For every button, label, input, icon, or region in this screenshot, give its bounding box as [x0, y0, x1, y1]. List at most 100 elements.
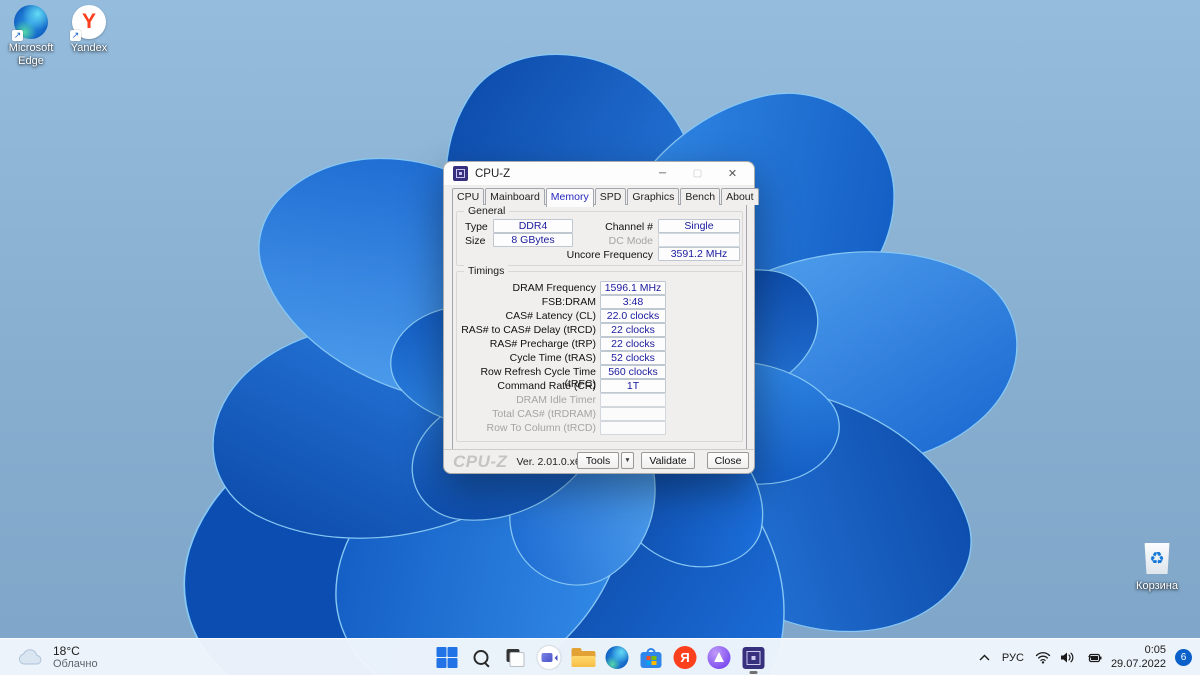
volume-icon[interactable] — [1060, 651, 1075, 664]
task-view-icon — [505, 648, 525, 668]
tray-date: 29.07.2022 — [1110, 657, 1166, 670]
uncore-frequency-label: Uncore Frequency — [566, 249, 653, 261]
tab-memory[interactable]: Memory — [545, 188, 594, 207]
alice-button[interactable] — [707, 641, 732, 675]
timing-row: DRAM Frequency 1596.1 MHz — [457, 281, 742, 295]
yandex-browser-button[interactable]: Я — [673, 641, 698, 675]
timing-row: Command Rate (CR) 1T — [457, 379, 742, 393]
tab-graphics[interactable]: Graphics — [627, 188, 680, 205]
timing-row: Cycle Time (tRAS) 52 clocks — [457, 351, 742, 365]
tab-spd[interactable]: SPD — [594, 188, 627, 205]
dc-mode-value — [658, 233, 740, 247]
file-explorer-button[interactable] — [571, 641, 596, 675]
recycle-bin-icon: ♻ — [1144, 543, 1170, 574]
trp-value: 22 clocks — [600, 337, 666, 351]
notification-badge[interactable]: 6 — [1175, 649, 1192, 666]
taskbar: 18°C Облачно Я РУС 0:05 29.07.2022 6 — [0, 638, 1200, 675]
cpuz-taskbar-button[interactable] — [741, 641, 766, 675]
window-title: CPU-Z — [475, 167, 511, 180]
desktop-icon-yandex[interactable]: Y ↗ Yandex — [60, 5, 118, 55]
timing-row: Row Refresh Cycle Time (tRFC) 560 clocks — [457, 365, 742, 390]
minimize-button[interactable]: ─ — [645, 163, 680, 185]
channel-label: Channel # — [605, 221, 653, 233]
tools-dropdown-button[interactable]: ▼ — [621, 452, 634, 469]
row-to-column-value — [600, 421, 666, 435]
channel-value: Single — [658, 219, 740, 233]
search-icon — [471, 648, 491, 668]
timing-row: Total CAS# (tRDRAM) — [457, 407, 742, 421]
microsoft-store-button[interactable] — [639, 641, 664, 675]
uncore-frequency-value: 3591.2 MHz — [658, 247, 740, 261]
search-button[interactable] — [469, 641, 494, 675]
tools-button[interactable]: Tools — [577, 452, 619, 469]
edge-taskbar-button[interactable] — [605, 641, 630, 675]
total-cas-value — [600, 407, 666, 421]
task-view-button[interactable] — [503, 641, 528, 675]
desktop-icon-label: Microsoft Edge — [8, 42, 54, 67]
command-rate-value: 1T — [600, 379, 666, 393]
general-legend: General — [464, 205, 510, 217]
battery-charging-icon[interactable] — [1084, 652, 1102, 664]
shortcut-arrow-icon: ↗ — [70, 30, 81, 41]
desktop-icon-recycle-bin[interactable]: ♻ Корзина — [1128, 543, 1186, 593]
tab-bench[interactable]: Bench — [680, 188, 721, 205]
weather-condition: Облачно — [53, 658, 98, 671]
close-window-button[interactable]: ✕ — [715, 163, 750, 185]
system-tray: РУС 0:05 29.07.2022 6 — [978, 639, 1192, 676]
cas-latency-value: 22.0 clocks — [600, 309, 666, 323]
desktop-icon-edge[interactable]: ↗ Microsoft Edge — [2, 5, 60, 67]
weather-temp: 18°C — [53, 643, 80, 658]
store-icon — [640, 647, 662, 668]
timing-row: DRAM Idle Timer — [457, 393, 742, 407]
cpuz-window: CPU-Z ─ ▢ ✕ CPU Mainboard Memory SPD Gra… — [443, 161, 759, 474]
windows-logo-icon — [436, 647, 458, 668]
desktop-icon-label: Корзина — [1136, 580, 1178, 592]
maximize-button: ▢ — [692, 168, 703, 179]
window-titlebar[interactable]: CPU-Z ─ ▢ ✕ — [444, 162, 754, 186]
wifi-icon[interactable] — [1035, 651, 1051, 664]
timing-row: Row To Column (tRCD) — [457, 421, 742, 435]
folder-icon — [571, 648, 595, 667]
timing-row: CAS# Latency (CL) 22.0 clocks — [457, 309, 742, 323]
trcd-value: 22 clocks — [600, 323, 666, 337]
type-label: Type — [465, 221, 488, 233]
alice-icon — [707, 646, 731, 669]
tray-time: 0:05 — [1144, 643, 1166, 656]
shortcut-arrow-icon: ↗ — [12, 30, 23, 41]
clock[interactable]: 0:05 29.07.2022 — [1111, 644, 1166, 672]
timings-legend: Timings — [464, 265, 509, 277]
yandex-browser-icon: Я — [673, 646, 697, 669]
timings-group: Timings DRAM Frequency 1596.1 MHz FSB:DRA… — [456, 265, 743, 442]
tab-about[interactable]: About — [721, 188, 759, 205]
cloud-icon — [18, 649, 42, 665]
chat-icon — [537, 646, 561, 669]
edge-icon — [605, 646, 629, 669]
fsb-dram-value: 3:48 — [600, 295, 666, 309]
tab-strip: CPU Mainboard Memory SPD Graphics Bench … — [452, 188, 760, 207]
weather-widget[interactable]: 18°C Облачно — [8, 642, 107, 673]
trfc-value: 560 clocks — [600, 365, 666, 379]
tab-mainboard[interactable]: Mainboard — [485, 188, 545, 205]
chat-button[interactable] — [537, 641, 562, 675]
active-app-indicator — [749, 670, 757, 674]
desktop-icon-label: Yandex — [70, 42, 108, 54]
validate-button[interactable]: Validate — [641, 452, 695, 469]
close-button[interactable]: Close — [707, 452, 749, 469]
dram-idle-timer-value — [600, 393, 666, 407]
timing-row: RAS# to CAS# Delay (tRCD) 22 clocks — [457, 323, 742, 337]
version-text: Ver. 2.01.0.x64 — [516, 455, 587, 468]
language-indicator[interactable]: РУС — [1000, 652, 1026, 664]
general-group: General Type DDR4 Size 8 GBytes Channel … — [456, 205, 743, 266]
tras-value: 52 clocks — [600, 351, 666, 365]
tab-cpu[interactable]: CPU — [452, 188, 485, 205]
cpuz-icon — [742, 646, 764, 669]
timing-row: FSB:DRAM 3:48 — [457, 295, 742, 309]
taskbar-center-icons: Я — [435, 639, 766, 676]
cpuz-app-icon — [453, 166, 468, 181]
tray-chevron-up-icon[interactable] — [978, 653, 991, 663]
dc-mode-label: DC Mode — [608, 235, 653, 247]
desktop: ↗ Microsoft Edge Y ↗ Yandex ♻ Корзина CP… — [0, 0, 1200, 675]
memory-tab-panel: General Type DDR4 Size 8 GBytes Channel … — [452, 204, 747, 450]
start-button[interactable] — [435, 641, 460, 675]
cpuz-logo: CPU-Z — [453, 451, 508, 471]
